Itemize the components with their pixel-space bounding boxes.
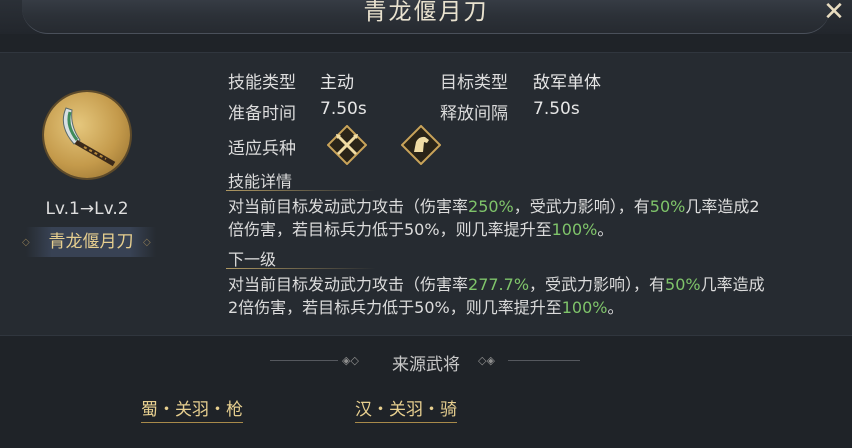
skill-type-label: 技能类型 (228, 73, 296, 93)
source-right-diamond-icon: ◇◈ (478, 354, 495, 367)
next-header-underline (226, 268, 376, 269)
skill-icon (44, 92, 130, 178)
source-generals-title: 来源武将 (392, 355, 460, 375)
current-chance: 50% (649, 197, 686, 216)
prep-time-label: 准备时间 (228, 104, 296, 124)
page-title: 青龙偃月刀 (363, 0, 489, 25)
spear-troop-icon[interactable] (326, 124, 368, 166)
next-desc-line-2: 2倍伤害，若目标兵力低于50%，则几率提升至100%。 (228, 298, 624, 317)
cavalry-troop-icon[interactable] (400, 124, 442, 166)
skill-type-value: 主动 (320, 73, 354, 93)
next-boosted-chance: 100% (561, 298, 608, 317)
close-button[interactable]: ✕ (820, 0, 848, 26)
general-link-shu-guanyu-spear[interactable]: 蜀・关羽・枪 (141, 395, 243, 423)
glaive-icon (62, 107, 116, 167)
current-desc-line-1: 对当前目标发动武力攻击（伤害率250%，受武力影响），有50%几率造成2 (228, 197, 760, 216)
cooldown-value: 7.50s (533, 99, 580, 119)
skill-detail-header: 技能详情 (228, 172, 293, 191)
current-desc-line-2: 倍伤害，若目标兵力低于50%，则几率提升至100%。 (228, 220, 614, 239)
next-desc-line-1: 对当前目标发动武力攻击（伤害率277.7%，受武力影响），有50%几率造成 (228, 275, 765, 294)
next-level-description: 对当前目标发动武力攻击（伤害率277.7%，受武力影响），有50%几率造成 2倍… (228, 273, 765, 319)
next-damage-rate: 277.7% (468, 275, 530, 294)
current-damage-rate: 250% (468, 197, 514, 216)
close-icon: ✕ (823, 0, 845, 27)
general-link-han-guanyu-cavalry[interactable]: 汉・关羽・骑 (355, 395, 457, 423)
target-type-label: 目标类型 (440, 73, 508, 93)
current-boosted-chance: 100% (551, 220, 598, 239)
prep-time-value: 7.50s (320, 99, 367, 119)
skill-name: 青龙偃月刀 (26, 227, 156, 257)
next-level-header: 下一级 (228, 250, 277, 269)
next-chance: 50% (665, 275, 701, 294)
source-right-line (508, 360, 580, 361)
detail-header-underline (226, 190, 376, 191)
target-type-value: 敌军单体 (533, 73, 601, 93)
troop-type-label: 适应兵种 (228, 139, 296, 159)
skill-level: Lv.1→Lv.2 (45, 199, 129, 219)
current-level-description: 对当前目标发动武力攻击（伤害率250%，受武力影响），有50%几率造成2 倍伤害… (228, 195, 760, 241)
cooldown-label: 释放间隔 (440, 104, 508, 124)
name-right-diamond-icon: ◇ (143, 237, 151, 248)
